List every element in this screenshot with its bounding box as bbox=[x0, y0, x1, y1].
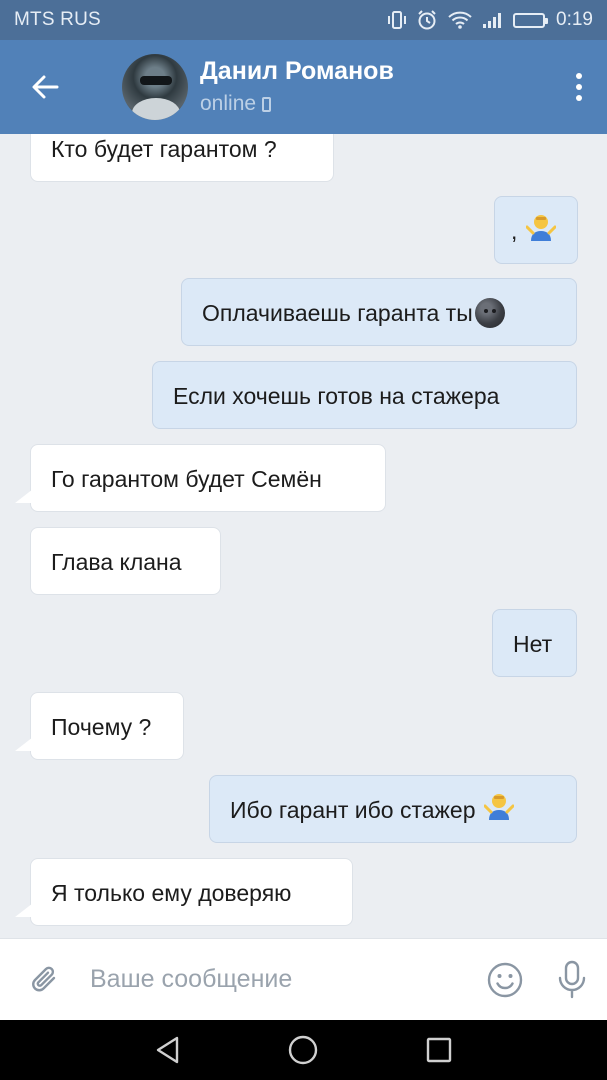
message-bubble-outgoing[interactable]: Нет bbox=[492, 609, 577, 677]
back-button[interactable] bbox=[0, 40, 90, 134]
online-status-text: online bbox=[200, 92, 257, 115]
contact-info[interactable]: Данил Романов online bbox=[200, 56, 551, 118]
status-bar: MTS RUS 0:19 bbox=[0, 0, 607, 40]
more-options-button[interactable] bbox=[551, 40, 607, 134]
message-bubble-incoming[interactable]: Я только ему доверяю bbox=[15, 858, 353, 926]
nav-back-button[interactable] bbox=[138, 1020, 198, 1080]
new-moon-face-emoji bbox=[474, 297, 505, 328]
message-text: Оплачиваешь гаранта ты bbox=[202, 300, 473, 326]
presence-status: online bbox=[200, 90, 551, 118]
wifi-icon bbox=[447, 10, 473, 30]
back-arrow-icon bbox=[32, 75, 59, 99]
message-text: Почему ? bbox=[51, 714, 152, 740]
alarm-icon bbox=[416, 9, 438, 31]
message-text: Го гарантом будет Семён bbox=[51, 466, 322, 492]
signal-icon bbox=[482, 11, 504, 29]
shrug-emoji bbox=[525, 199, 557, 267]
microphone-icon bbox=[558, 960, 586, 998]
system-navigation-bar bbox=[0, 1020, 607, 1080]
shrug-emoji bbox=[483, 778, 515, 846]
attach-button[interactable] bbox=[0, 939, 90, 1021]
nav-recent-icon bbox=[426, 1037, 452, 1063]
message-bubble-outgoing[interactable]: Если хочешь готов на стажера bbox=[152, 361, 577, 429]
chat-header: Данил Романов online bbox=[0, 40, 607, 134]
smiley-icon bbox=[487, 962, 523, 997]
message-text: Глава клана bbox=[51, 549, 182, 575]
clock: 0:19 bbox=[556, 9, 593, 30]
message-bubble-outgoing[interactable]: , bbox=[494, 196, 578, 264]
nav-back-icon bbox=[156, 1036, 179, 1064]
message-input[interactable] bbox=[90, 965, 469, 994]
nav-home-button[interactable] bbox=[273, 1020, 333, 1080]
message-bubble-incoming[interactable]: Глава клана bbox=[30, 527, 221, 595]
paperclip-icon bbox=[32, 966, 56, 991]
message-text: Если хочешь готов на стажера bbox=[173, 383, 500, 409]
message-text: Я только ему доверяю bbox=[51, 880, 292, 906]
carrier-label: MTS RUS bbox=[14, 9, 101, 30]
contact-name: Данил Романов bbox=[200, 57, 394, 85]
message-list: Кто будет гарантом ? , Оплачиваешь гаран… bbox=[0, 134, 607, 938]
voice-message-button[interactable] bbox=[541, 939, 603, 1021]
message-composer bbox=[0, 938, 607, 1020]
system-icons: 0:19 bbox=[387, 9, 593, 31]
more-vertical-icon bbox=[576, 73, 582, 79]
avatar[interactable] bbox=[122, 54, 188, 120]
message-bubble-outgoing[interactable]: Ибо гарант ибо стажер bbox=[209, 775, 577, 843]
nav-home-icon bbox=[289, 1035, 318, 1065]
message-text: , bbox=[511, 218, 518, 244]
chat-screen: MTS RUS 0:19 Данил Романов online Кто бу… bbox=[0, 0, 607, 1080]
message-bubble-incoming[interactable]: Почему ? bbox=[15, 692, 184, 760]
emoji-button[interactable] bbox=[469, 939, 541, 1021]
message-text: Нет bbox=[513, 631, 553, 657]
battery-icon bbox=[513, 12, 549, 28]
message-text: Кто будет гарантом ? bbox=[51, 136, 277, 162]
message-bubble-incoming[interactable]: Го гарантом будет Семён bbox=[15, 444, 386, 512]
vibrate-icon bbox=[387, 10, 407, 30]
mobile-device-icon bbox=[262, 96, 272, 112]
message-bubble-outgoing[interactable]: Оплачиваешь гаранта ты bbox=[181, 278, 577, 346]
message-bubble-incoming[interactable]: Кто будет гарантом ? bbox=[30, 134, 334, 182]
nav-recent-button[interactable] bbox=[409, 1020, 469, 1080]
message-text: Ибо гарант ибо стажер bbox=[230, 797, 476, 823]
